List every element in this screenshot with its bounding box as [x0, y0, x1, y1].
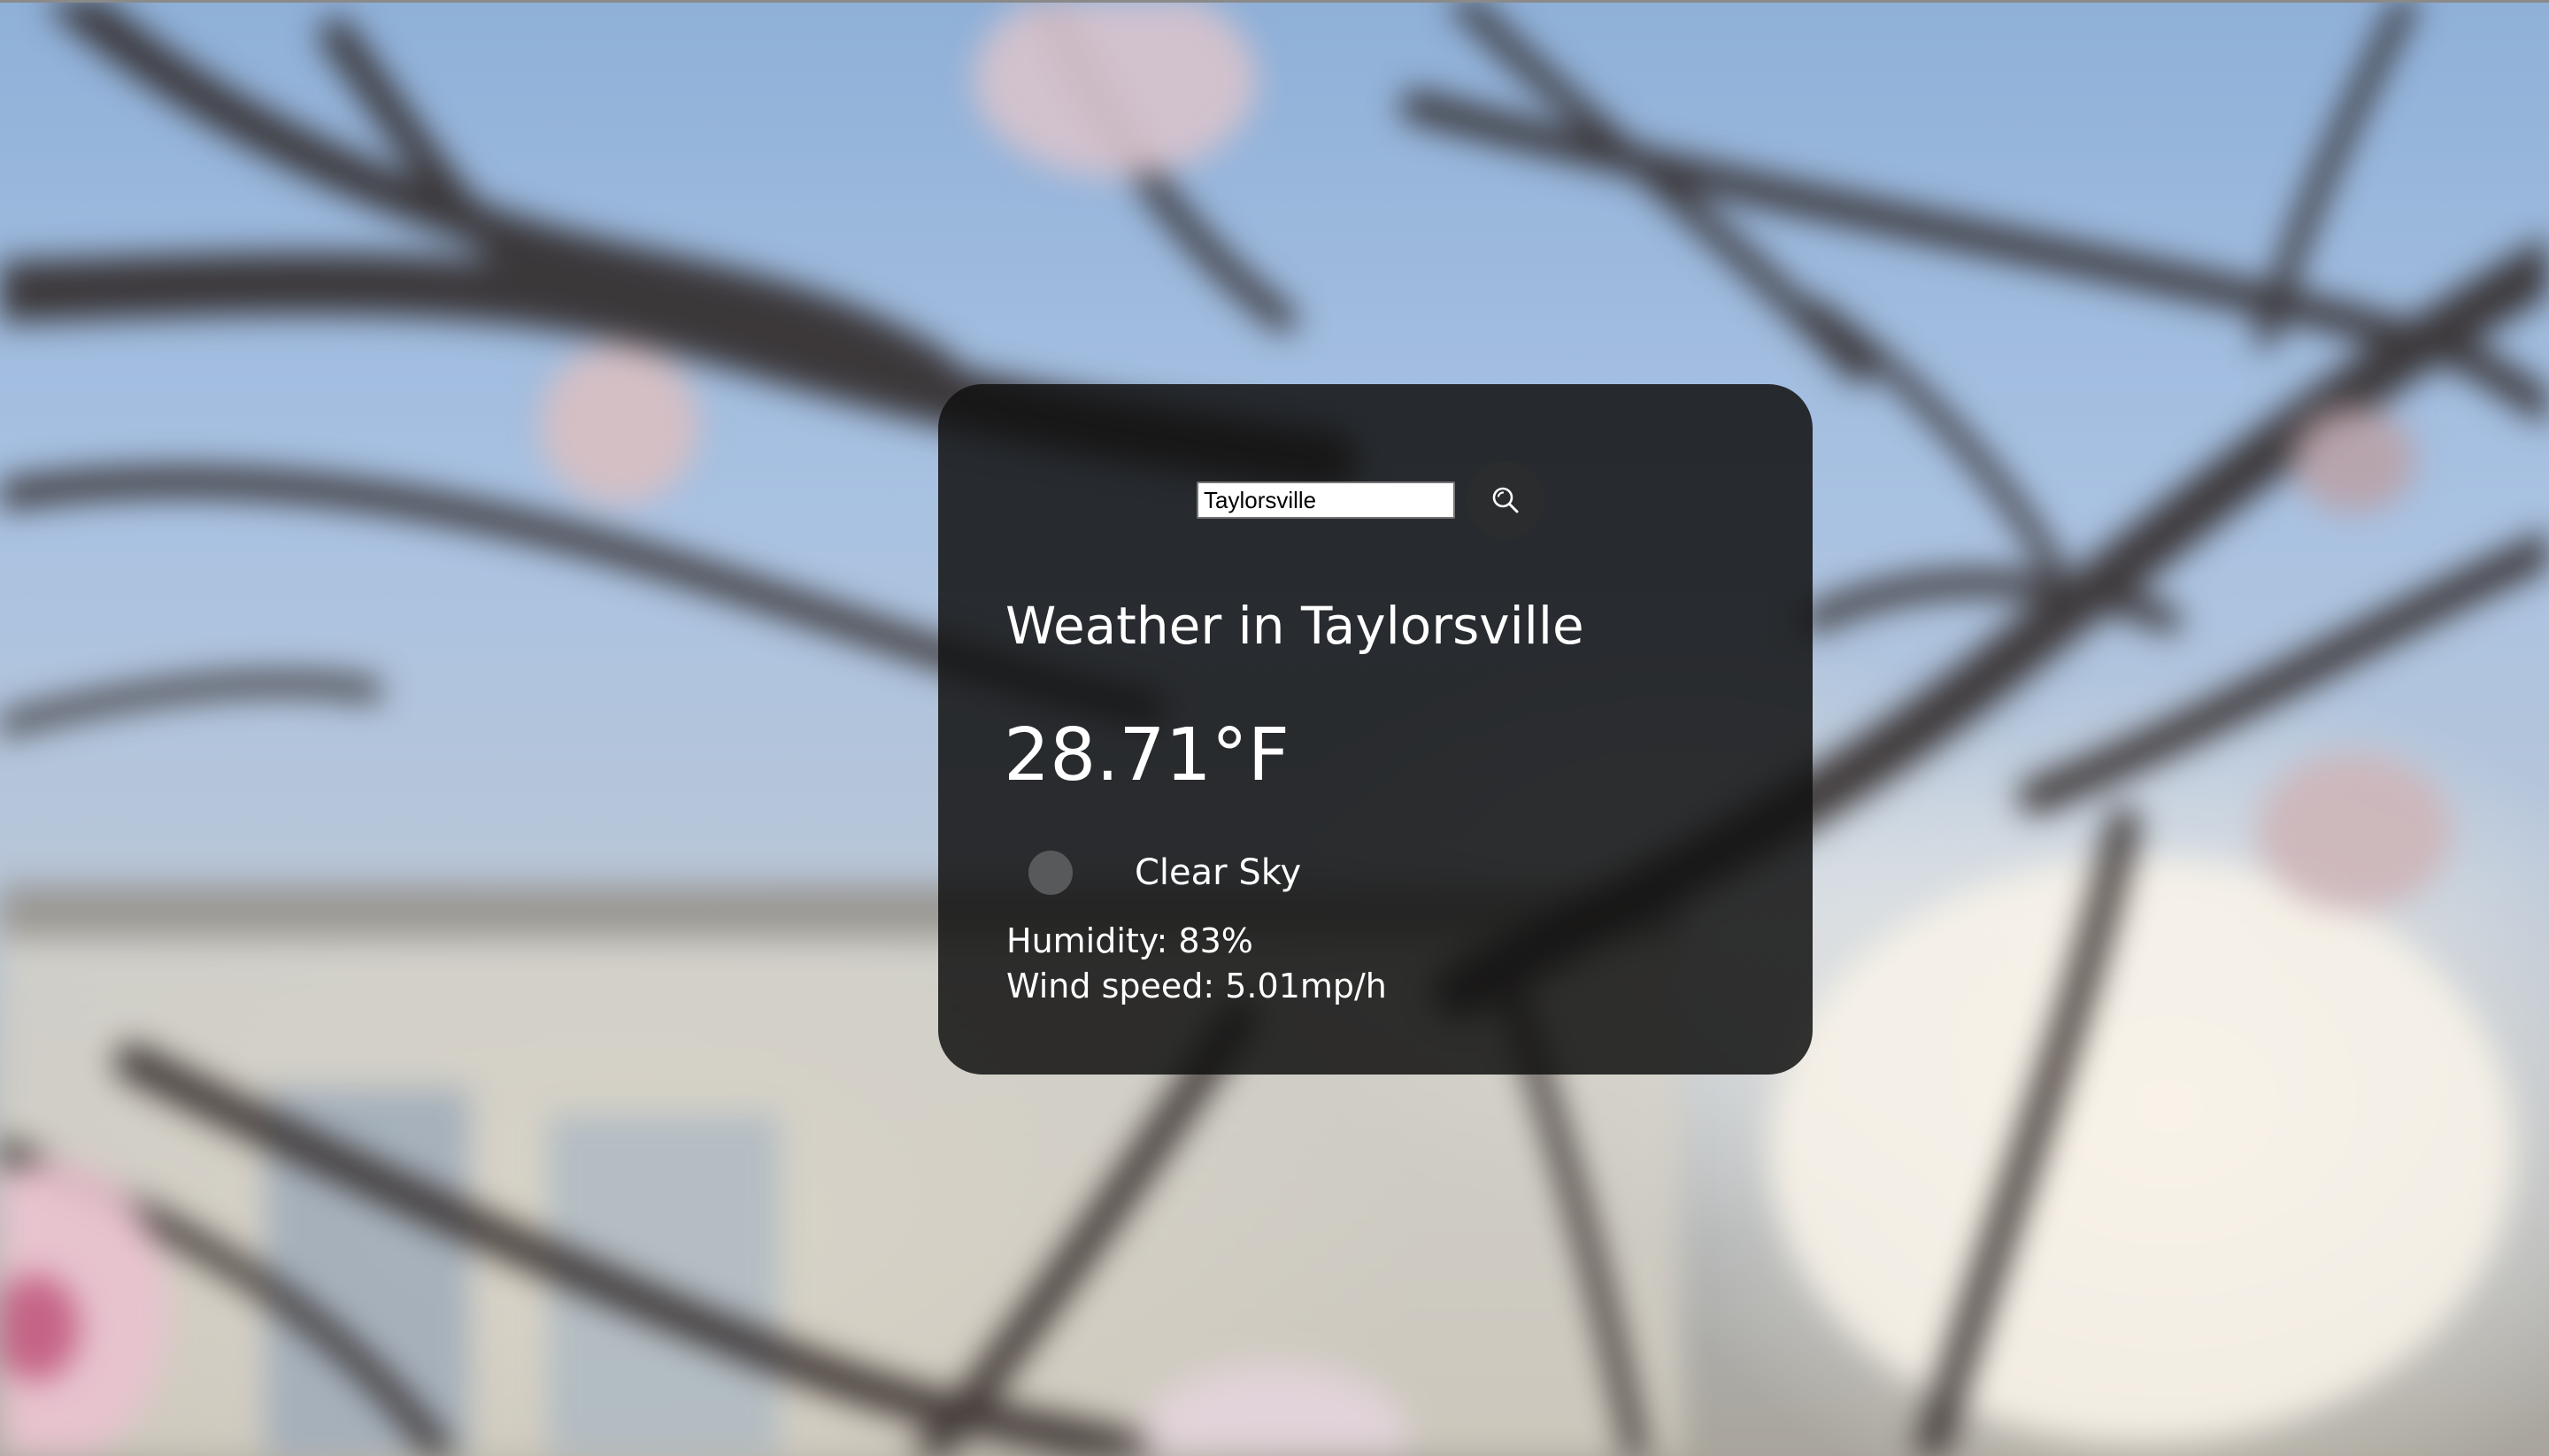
search-icon	[1492, 487, 1519, 513]
search-bar	[938, 458, 1813, 540]
weather-card: Weather in Taylorsville 28.71°F Clear Sk…	[938, 384, 1813, 1075]
search-button[interactable]	[1467, 461, 1544, 539]
wind-speed: Wind speed: 5.01mp/h	[1006, 967, 1387, 1005]
description-text: Clear Sky	[1135, 852, 1302, 893]
city-search-input[interactable]	[1197, 481, 1455, 519]
temperature: 28.71°F	[1004, 713, 1290, 797]
weather-condition-icon	[1028, 851, 1073, 895]
city-title: Weather in Taylorsville	[1005, 596, 1584, 656]
humidity: Humidity: 83%	[1006, 921, 1253, 960]
